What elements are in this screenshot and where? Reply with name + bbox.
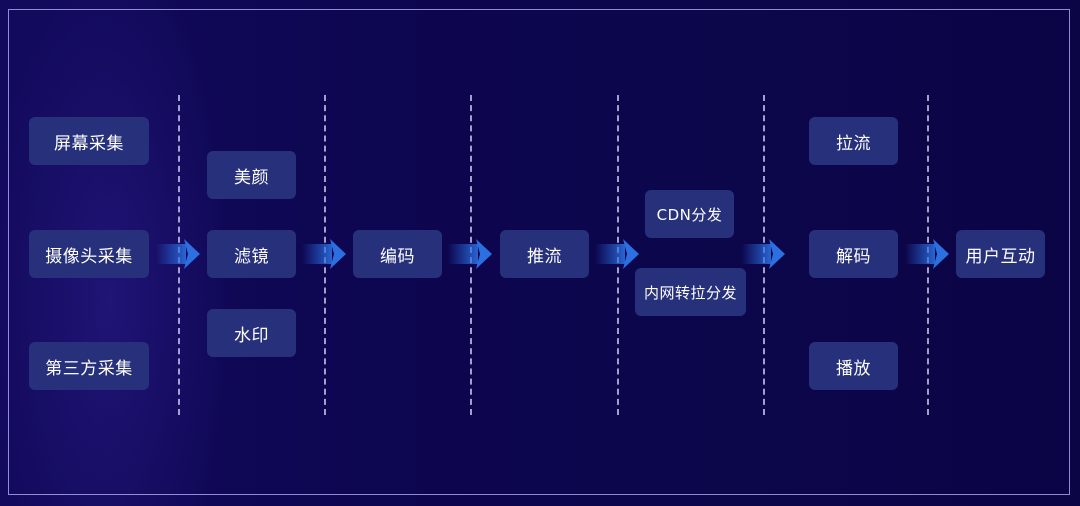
node-filter: 滤镜 xyxy=(207,230,296,278)
diagram-canvas: 屏幕采集 摄像头采集 第三方采集 美颜 滤镜 水印 编码 推流 CDN分发 内网… xyxy=(0,0,1080,506)
node-user-interaction: 用户互动 xyxy=(956,230,1045,278)
node-third-party-capture: 第三方采集 xyxy=(29,342,149,390)
arrow-right-icon xyxy=(595,237,641,271)
node-beauty: 美颜 xyxy=(207,151,296,199)
arrow-right-icon xyxy=(448,237,494,271)
node-cdn-distribution: CDN分发 xyxy=(645,190,734,238)
node-camera-capture: 摄像头采集 xyxy=(29,230,149,278)
node-pull-stream: 拉流 xyxy=(809,117,898,165)
node-playback: 播放 xyxy=(809,342,898,390)
node-push: 推流 xyxy=(500,230,589,278)
arrow-right-icon xyxy=(302,237,348,271)
node-screen-capture: 屏幕采集 xyxy=(29,117,149,165)
node-intranet-distribution: 内网转拉分发 xyxy=(635,268,746,316)
arrow-right-icon xyxy=(905,237,951,271)
node-decode: 解码 xyxy=(809,230,898,278)
arrow-right-icon xyxy=(741,237,787,271)
node-watermark: 水印 xyxy=(207,309,296,357)
node-encode: 编码 xyxy=(353,230,442,278)
arrow-right-icon xyxy=(156,237,202,271)
